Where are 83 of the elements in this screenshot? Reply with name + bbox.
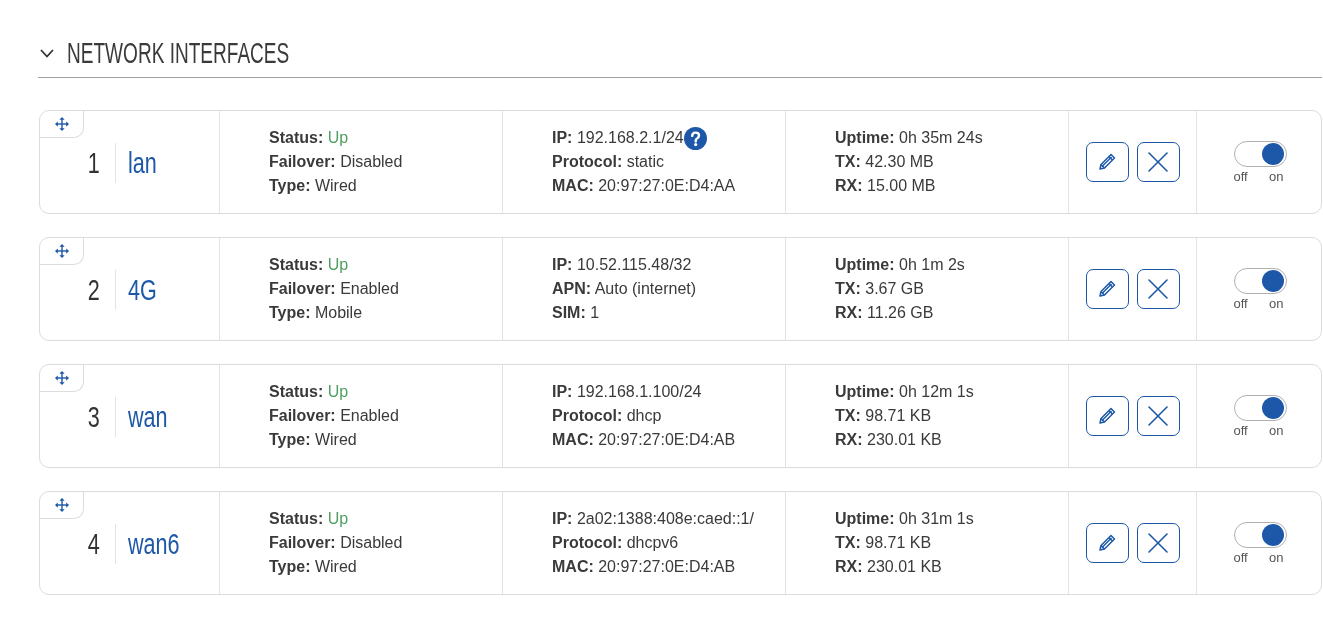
edit-button[interactable] [1085, 269, 1129, 309]
pencil-icon [1097, 406, 1117, 426]
detail-text: MAC: 20:97:27:0E:D4:AB [552, 430, 736, 450]
switch-on-label: on [1269, 549, 1284, 565]
switch-on-label: on [1269, 422, 1284, 438]
detail-text: Failover: Disabled [269, 533, 403, 553]
move-icon [54, 371, 69, 385]
detail-text: RX: 230.01 KB [835, 430, 942, 450]
detail-text: TX: 42.30 MB [835, 152, 934, 172]
detail-text: RX: 11.26 GB [835, 303, 934, 323]
status-text: Status: Up [269, 382, 349, 402]
detail-text: APN: Auto (internet) [552, 279, 697, 299]
pencil-icon [1097, 152, 1117, 172]
cross-icon [1147, 151, 1169, 173]
cross-icon [1147, 532, 1169, 554]
detail-text: Protocol: dhcpv6 [552, 533, 679, 553]
drag-handle[interactable] [40, 238, 84, 265]
row-number: 1 [88, 146, 100, 180]
detail-text: Uptime: 0h 1m 2s [835, 255, 965, 275]
status-text: Status: Up [269, 128, 349, 148]
detail-text: TX: 98.71 KB [835, 406, 932, 426]
drag-handle[interactable] [40, 365, 84, 392]
switch-on-label: on [1269, 168, 1284, 184]
help-icon[interactable] [683, 126, 707, 150]
edit-button[interactable] [1085, 396, 1129, 436]
detail-text: TX: 98.71 KB [835, 533, 932, 553]
move-icon [54, 498, 69, 512]
detail-text: Uptime: 0h 12m 1s [835, 382, 974, 402]
edit-button[interactable] [1085, 523, 1129, 563]
status-text: Status: Up [269, 509, 349, 529]
detail-text: SIM: 1 [552, 303, 600, 323]
drag-handle[interactable] [40, 111, 84, 138]
interface-name-link[interactable]: wan6 [128, 527, 180, 561]
delete-button[interactable] [1136, 523, 1180, 563]
detail-text: MAC: 20:97:27:0E:D4:AB [552, 557, 736, 577]
toggle-switch[interactable] [1233, 267, 1287, 294]
delete-button[interactable] [1136, 269, 1180, 309]
switch-off-label: off [1233, 295, 1248, 311]
detail-text: Uptime: 0h 35m 24s [835, 128, 983, 148]
interface-name-link[interactable]: 4G [128, 273, 157, 307]
detail-text: IP: 192.168.1.100/24 [552, 382, 702, 402]
switch-off-label: off [1233, 168, 1248, 184]
detail-text: RX: 15.00 MB [835, 176, 936, 196]
edit-button[interactable] [1085, 142, 1129, 182]
cross-icon [1147, 278, 1169, 300]
detail-text: Failover: Enabled [269, 279, 399, 299]
detail-text: Type: Wired [269, 176, 357, 196]
detail-text: Type: Wired [269, 557, 357, 577]
delete-button[interactable] [1136, 142, 1180, 182]
move-icon [54, 117, 69, 131]
row-number: 3 [88, 400, 100, 434]
chevron-down-icon[interactable] [40, 48, 54, 58]
pencil-icon [1097, 533, 1117, 553]
detail-text: Uptime: 0h 31m 1s [835, 509, 974, 529]
section-title: NETWORK INTERFACES [67, 36, 290, 70]
detail-text: Type: Mobile [269, 303, 363, 323]
delete-button[interactable] [1136, 396, 1180, 436]
detail-text: Failover: Disabled [269, 152, 403, 172]
cross-icon [1147, 405, 1169, 427]
switch-off-label: off [1233, 422, 1248, 438]
detail-text: TX: 3.67 GB [835, 279, 924, 299]
drag-handle[interactable] [40, 492, 84, 519]
row-number: 4 [88, 527, 100, 561]
detail-text: IP: 10.52.115.48/32 [552, 255, 692, 275]
switch-on-label: on [1269, 295, 1284, 311]
detail-text: Type: Wired [269, 430, 357, 450]
detail-text: MAC: 20:97:27:0E:D4:AA [552, 176, 736, 196]
switch-off-label: off [1233, 549, 1248, 565]
pencil-icon [1097, 279, 1117, 299]
detail-text: IP: 192.168.2.1/24 [552, 128, 684, 148]
toggle-switch[interactable] [1233, 394, 1287, 421]
detail-text: RX: 230.01 KB [835, 557, 942, 577]
status-text: Status: Up [269, 255, 349, 275]
detail-text: Protocol: static [552, 152, 664, 172]
interface-name-link[interactable]: wan [128, 400, 168, 434]
toggle-switch[interactable] [1233, 140, 1287, 167]
move-icon [54, 244, 69, 258]
interface-name-link[interactable]: lan [128, 146, 157, 180]
detail-text: Failover: Enabled [269, 406, 399, 426]
detail-text: Protocol: dhcp [552, 406, 662, 426]
detail-text: IP: 2a02:1388:408e:caed::1/ [552, 509, 754, 529]
toggle-switch[interactable] [1233, 521, 1287, 548]
row-number: 2 [88, 273, 100, 307]
